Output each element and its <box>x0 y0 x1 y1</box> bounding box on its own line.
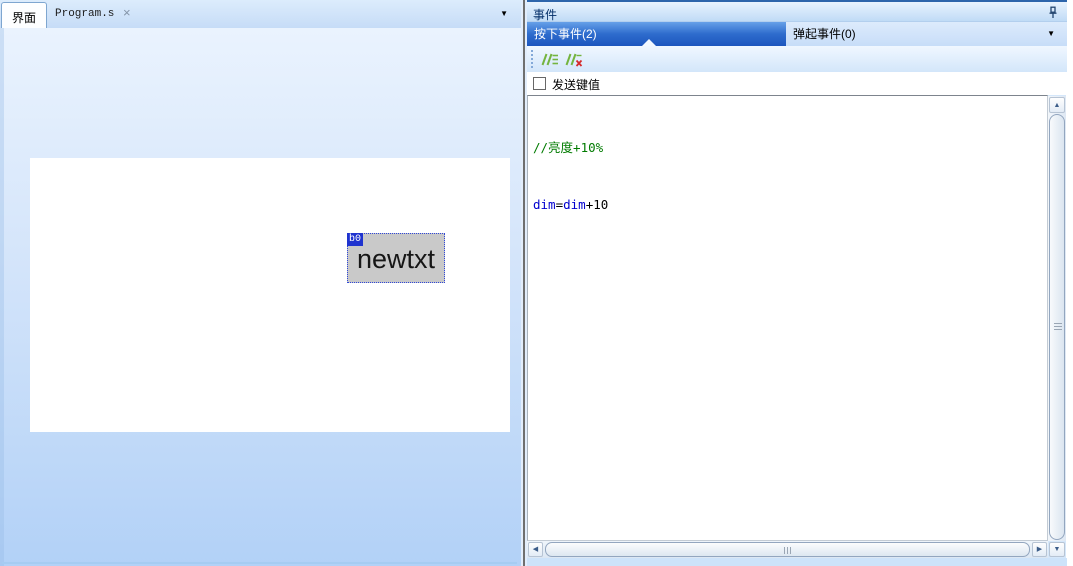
toolbar-grip[interactable] <box>531 50 533 68</box>
event-panel-header: 事件 <box>527 0 1067 22</box>
thumb-grip <box>783 547 792 554</box>
bottom-scroll-row: ◀ ▶ ▼ <box>527 541 1067 558</box>
code-line: dim=dim+10 <box>533 195 1042 214</box>
canvas-left-edge <box>0 28 4 566</box>
chevron-down-icon[interactable]: ▼ <box>1047 22 1055 46</box>
chevron-down-icon[interactable]: ▼ <box>500 9 508 18</box>
design-canvas[interactable]: newtxt b0 <box>0 28 521 566</box>
selected-tab-notch <box>642 39 656 46</box>
send-key-row: 发送键值 <box>527 72 1067 95</box>
vertical-scroll-thumb[interactable] <box>1049 114 1065 540</box>
widget-id-badge: b0 <box>347 233 364 246</box>
code-token: +10 <box>585 197 609 212</box>
designer-tabstrip: 界面 Program.s × ▼ <box>0 0 521 28</box>
event-code-editor[interactable]: //亮度+10% dim=dim+10 <box>527 95 1048 541</box>
code-toolbar <box>527 46 1067 72</box>
screen-artboard[interactable]: newtxt b0 <box>30 158 510 432</box>
close-icon[interactable]: × <box>123 5 131 20</box>
scroll-up-icon[interactable]: ▲ <box>1049 97 1065 113</box>
tab-interface[interactable]: 界面 <box>1 2 47 28</box>
tab-release-event[interactable]: 弹起事件(0) <box>793 22 856 46</box>
send-key-label: 发送键值 <box>552 78 601 92</box>
panel-right-gutter <box>1066 0 1073 566</box>
event-panel: 事件 按下事件(2) 弹起事件(0) ▼ 发送键值 //亮度+10% dim=d… <box>527 0 1073 566</box>
thumb-grip <box>1054 323 1062 331</box>
scroll-right-icon[interactable]: ▶ <box>1032 542 1047 557</box>
tab-program-s[interactable]: Program.s <box>55 8 114 20</box>
comment-lines-icon[interactable] <box>537 48 561 70</box>
comment-delete-icon[interactable] <box>561 48 585 70</box>
designer-panel: 界面 Program.s × ▼ newtxt b0 <box>0 0 521 566</box>
panel-bottom-strip <box>527 558 1067 566</box>
canvas-bottom-line <box>2 562 517 564</box>
vertical-scrollbar[interactable]: ▲ <box>1048 96 1066 541</box>
event-tabrow: 按下事件(2) 弹起事件(0) ▼ <box>527 22 1067 46</box>
code-comment: //亮度+10% <box>533 140 604 155</box>
code-token: dim <box>533 197 556 212</box>
scroll-down-icon[interactable]: ▼ <box>1049 542 1065 557</box>
panel-title: 事件 <box>533 8 558 22</box>
horizontal-scroll-thumb[interactable] <box>545 542 1030 557</box>
scroll-left-icon[interactable]: ◀ <box>528 542 543 557</box>
splitter-line <box>523 0 525 566</box>
send-key-checkbox[interactable] <box>533 77 546 90</box>
tab-press-event[interactable]: 按下事件(2) <box>527 22 786 46</box>
pin-icon[interactable] <box>1044 4 1062 21</box>
hmi-editor-window: 界面 Program.s × ▼ newtxt b0 事件 按下事件(2) 弹起… <box>0 0 1073 566</box>
code-line: //亮度+10% <box>533 138 1042 157</box>
button-widget-b0[interactable]: newtxt b0 <box>347 233 445 283</box>
horizontal-scrollbar[interactable]: ◀ ▶ <box>527 541 1048 558</box>
code-token: dim <box>563 197 586 212</box>
code-token: = <box>555 197 564 212</box>
